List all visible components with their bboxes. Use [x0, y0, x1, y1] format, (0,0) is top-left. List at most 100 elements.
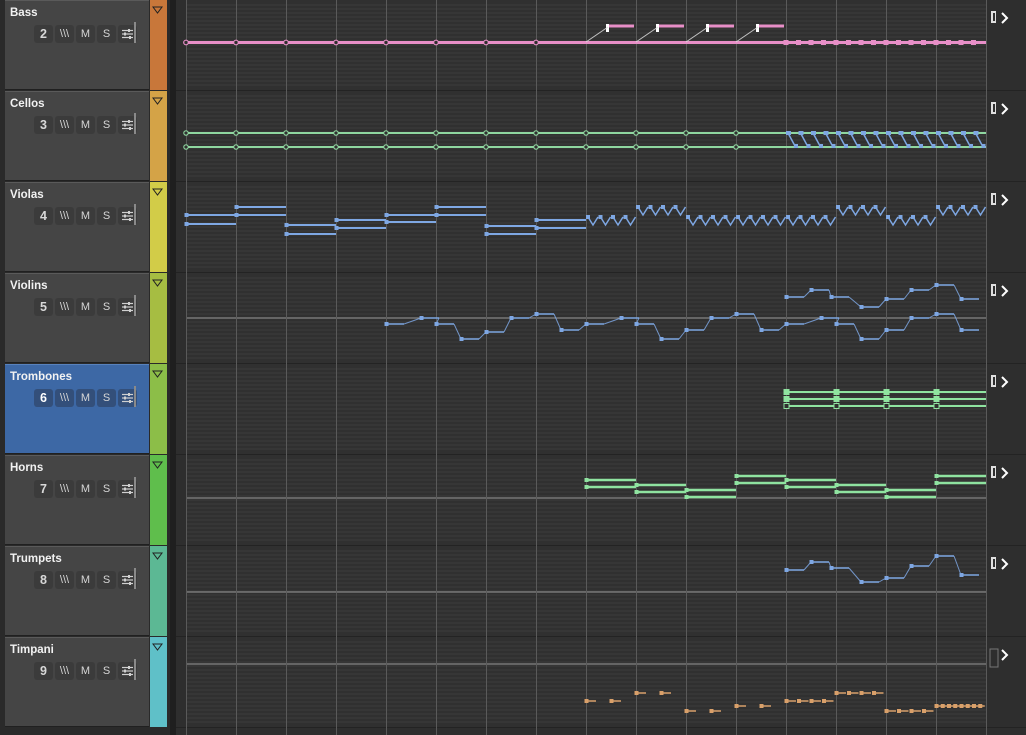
mute-button[interactable]: M: [76, 298, 95, 316]
mute-button[interactable]: M: [76, 571, 95, 589]
triangle-down-icon[interactable]: [152, 279, 163, 287]
lane-expand-button[interactable]: [991, 11, 1009, 24]
mute-button[interactable]: M: [76, 389, 95, 407]
chevron-right-icon: [1001, 285, 1009, 297]
solo-button[interactable]: S: [97, 207, 116, 225]
track-header-trombones[interactable]: Trombones 6 \\\ M S: [5, 364, 149, 454]
arrange-area: [176, 0, 1026, 735]
track-number: 8: [34, 571, 53, 589]
track-color-strip: [150, 182, 167, 273]
lane-expand-button[interactable]: [991, 557, 1009, 570]
chevron-right-icon: [1001, 467, 1009, 479]
sliders-icon: [122, 393, 133, 403]
level-meter: [134, 386, 136, 407]
track-name: Trombones: [10, 371, 72, 383]
input-monitor-button[interactable]: \\\: [55, 389, 74, 407]
solo-button[interactable]: S: [97, 25, 116, 43]
lane-expand-button[interactable]: [991, 375, 1009, 388]
triangle-down-icon[interactable]: [152, 370, 163, 378]
track-header-violas[interactable]: Violas 4 \\\ M S: [5, 182, 149, 272]
track-color-strip: [150, 0, 167, 91]
track-color-strip: [150, 91, 167, 182]
chevron-right-icon: [1001, 376, 1009, 388]
input-monitor-button[interactable]: \\\: [55, 298, 74, 316]
level-meter: [134, 659, 136, 680]
track-number: 7: [34, 480, 53, 498]
track-color-strip: [150, 637, 167, 728]
input-monitor-button[interactable]: \\\: [55, 571, 74, 589]
triangle-down-icon[interactable]: [152, 643, 163, 651]
solo-button[interactable]: S: [97, 389, 116, 407]
track-name: Trumpets: [10, 553, 62, 565]
track-number: 6: [34, 389, 53, 407]
level-meter: [134, 204, 136, 225]
mute-button[interactable]: M: [76, 207, 95, 225]
level-meter: [134, 568, 136, 589]
track-name: Violins: [10, 280, 48, 292]
input-monitor-button[interactable]: \\\: [55, 480, 74, 498]
track-header-horns[interactable]: Horns 7 \\\ M S: [5, 455, 149, 545]
input-monitor-button[interactable]: \\\: [55, 25, 74, 43]
lane-bracket-icon: [989, 648, 999, 668]
sliders-icon: [122, 211, 133, 221]
track-color-strip: [150, 364, 167, 455]
level-meter: [134, 295, 136, 316]
lane-expand-button[interactable]: [989, 648, 1009, 668]
level-meter: [134, 22, 136, 43]
sliders-icon: [122, 575, 133, 585]
track-header-cellos[interactable]: Cellos 3 \\\ M S: [5, 91, 149, 181]
triangle-down-icon[interactable]: [152, 188, 163, 196]
solo-button[interactable]: S: [97, 116, 116, 134]
triangle-down-icon[interactable]: [152, 552, 163, 560]
triangle-down-icon[interactable]: [152, 97, 163, 105]
lane-expand-button[interactable]: [991, 102, 1009, 115]
solo-button[interactable]: S: [97, 480, 116, 498]
sliders-icon: [122, 666, 133, 676]
chevron-right-icon: [1001, 194, 1009, 206]
track-name: Cellos: [10, 98, 45, 110]
level-meter: [134, 113, 136, 134]
mute-button[interactable]: M: [76, 116, 95, 134]
chevron-right-icon: [1001, 103, 1009, 115]
arrangement-grid[interactable]: [176, 0, 1026, 735]
solo-button[interactable]: S: [97, 662, 116, 680]
sliders-icon: [122, 120, 133, 130]
triangle-down-icon[interactable]: [152, 6, 163, 14]
solo-button[interactable]: S: [97, 571, 116, 589]
sliders-icon: [122, 484, 133, 494]
track-header-timpani[interactable]: Timpani 9 \\\ M S: [5, 637, 149, 727]
mute-button[interactable]: M: [76, 25, 95, 43]
solo-button[interactable]: S: [97, 298, 116, 316]
track-name: Horns: [10, 462, 44, 474]
track-name: Timpani: [10, 644, 54, 656]
track-number: 3: [34, 116, 53, 134]
track-header-trumpets[interactable]: Trumpets 8 \\\ M S: [5, 546, 149, 636]
track-list: Bass 2 \\\ M S Cellos 3 \\\ M S Violas 4 \\\ M S Violin…: [0, 0, 174, 735]
track-color-strip: [150, 455, 167, 546]
chevron-right-icon: [1001, 12, 1009, 24]
sliders-icon: [122, 302, 133, 312]
input-monitor-button[interactable]: \\\: [55, 662, 74, 680]
track-number: 5: [34, 298, 53, 316]
mute-button[interactable]: M: [76, 480, 95, 498]
chevron-right-icon: [1001, 649, 1009, 661]
lane-expand-button[interactable]: [991, 284, 1009, 297]
triangle-down-icon[interactable]: [152, 461, 163, 469]
sliders-icon: [122, 29, 133, 39]
input-monitor-button[interactable]: \\\: [55, 116, 74, 134]
input-monitor-button[interactable]: \\\: [55, 207, 74, 225]
track-color-strip: [150, 546, 167, 637]
track-header-violins[interactable]: Violins 5 \\\ M S: [5, 273, 149, 363]
track-header-bass[interactable]: Bass 2 \\\ M S: [5, 0, 149, 90]
track-number: 2: [34, 25, 53, 43]
track-name: Violas: [10, 189, 44, 201]
track-number: 4: [34, 207, 53, 225]
chevron-right-icon: [1001, 558, 1009, 570]
mute-button[interactable]: M: [76, 662, 95, 680]
lane-expand-button[interactable]: [991, 193, 1009, 206]
level-meter: [134, 477, 136, 498]
track-number: 9: [34, 662, 53, 680]
track-name: Bass: [10, 7, 38, 19]
lane-expand-button[interactable]: [991, 466, 1009, 479]
track-color-strip: [150, 273, 167, 364]
